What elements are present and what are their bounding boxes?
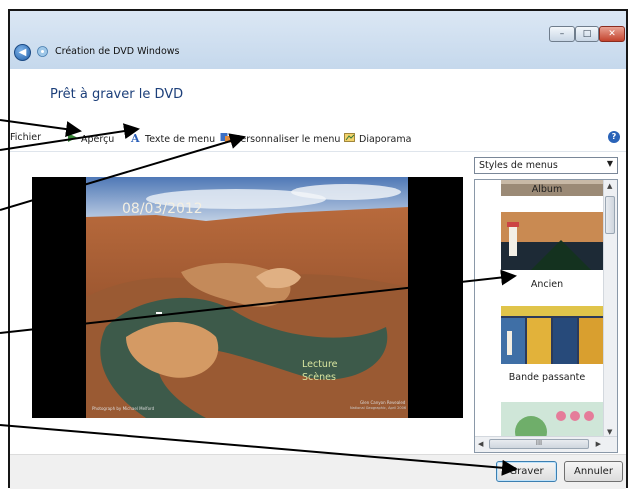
horizontal-scroll-thumb[interactable]: III (489, 439, 589, 449)
footer-bar: Graver Annuler (10, 454, 626, 489)
dvd-maker-app-icon (37, 46, 48, 57)
photo-credit: Photograph by Michael Melford (92, 406, 155, 411)
preview-label: Aperçu (81, 134, 115, 145)
scroll-grip: III (535, 439, 543, 447)
page-heading: Prêt à graver le DVD (50, 87, 184, 102)
play-link[interactable]: Lecture (302, 359, 337, 370)
cancel-button[interactable]: Annuler (564, 461, 623, 482)
preview-icon (68, 133, 77, 142)
back-arrow-icon: ◀ (18, 47, 27, 58)
back-button[interactable]: ◀ (14, 44, 31, 61)
scroll-down-icon[interactable]: ▼ (607, 428, 612, 436)
close-icon: ✕ (608, 29, 616, 39)
style-label-ancien: Ancien (530, 279, 564, 290)
maximize-button[interactable]: □ (575, 26, 599, 42)
chevron-down-icon: ▼ (606, 159, 613, 168)
photo-caption-source: National Geographic, April 2006 (350, 406, 407, 410)
scroll-right-icon[interactable]: ▶ (596, 440, 601, 448)
vertical-scrollbar[interactable]: ▲ ▼ (603, 180, 617, 438)
style-label-album: Album (531, 184, 563, 195)
menu-text-button[interactable]: A Texte de menu (130, 132, 215, 145)
menu-styles-list: Album Ancien Bande passante ▲ ▼ ◀ III ▶ (474, 179, 618, 453)
slideshow-label: Diaporama (359, 134, 412, 145)
horizontal-scrollbar[interactable]: ◀ III ▶ (475, 436, 617, 452)
minimize-icon: – (559, 29, 565, 39)
toolbar: Fichier Aperçu A Texte de menu Personnali… (10, 127, 626, 149)
menu-preview: 08/03/2012 Lecture Scènes Photograph by … (32, 177, 463, 418)
photo-caption: Glen Canyon Revealed (360, 400, 406, 405)
dropdown-value: Styles de menus (479, 160, 558, 171)
menu-styles-dropdown[interactable]: Styles de menus ▼ (474, 157, 618, 174)
menu-text-label: Texte de menu (145, 134, 216, 145)
style-thumb-ancien[interactable] (501, 212, 605, 270)
slideshow-button[interactable]: Diaporama (344, 132, 411, 145)
burn-button[interactable]: Graver (496, 461, 557, 482)
file-menu[interactable]: Fichier (10, 132, 41, 143)
minimize-button[interactable]: – (549, 26, 575, 42)
vertical-scroll-thumb[interactable] (605, 196, 615, 234)
main-content: Prêt à graver le DVD Fichier Aperçu A Tex… (10, 69, 626, 454)
customize-menu-icon (220, 133, 232, 143)
toolbar-divider (10, 151, 626, 152)
menu-date-text: 08/03/2012 (122, 201, 203, 217)
customize-menu-button[interactable]: Personnaliser le menu (220, 132, 340, 145)
dvd-maker-window: – □ ✕ ◀ Création de DVD Windows Prêt à g… (8, 9, 628, 489)
preview-button[interactable]: Aperçu (66, 132, 114, 145)
scroll-up-icon[interactable]: ▲ (607, 182, 612, 190)
style-thumb-bande-passante[interactable] (501, 306, 605, 364)
text-a-icon: A (130, 132, 140, 143)
scenes-link[interactable]: Scènes (302, 372, 336, 383)
scroll-left-icon[interactable]: ◀ (478, 440, 483, 448)
maximize-icon: □ (582, 29, 592, 39)
customize-menu-label: Personnaliser le menu (235, 134, 341, 145)
style-label-bande-passante: Bande passante (508, 372, 586, 383)
close-button[interactable]: ✕ (599, 26, 625, 42)
svg-text:A: A (130, 132, 140, 143)
window-title: Création de DVD Windows (55, 46, 180, 57)
title-bar: – □ ✕ ◀ Création de DVD Windows (10, 11, 626, 69)
help-icon[interactable]: ? (608, 131, 620, 143)
slideshow-icon (344, 133, 355, 142)
